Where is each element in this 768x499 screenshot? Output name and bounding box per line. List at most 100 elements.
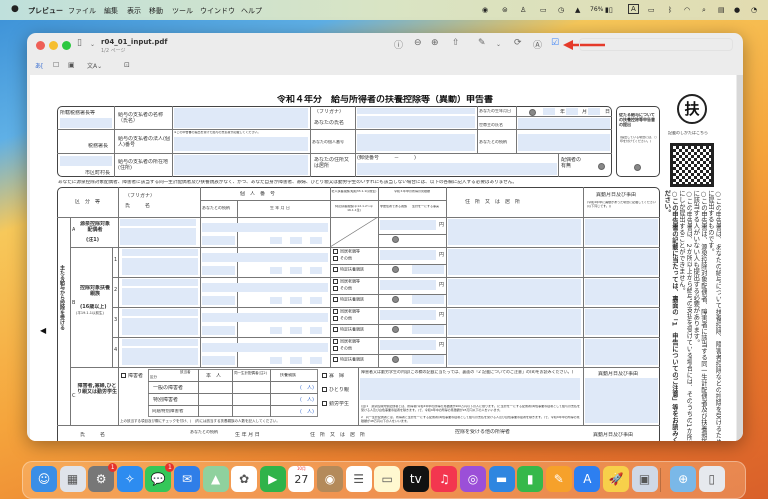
checkbox-other[interactable]: その他 [333, 286, 352, 291]
dock-mail-icon[interactable]: ✉ [174, 466, 200, 492]
dock-preview-icon[interactable]: ▣ [631, 466, 658, 492]
time-machine-icon[interactable]: ◷ [558, 6, 564, 14]
checkbox-specific[interactable]: 特定扶養親族 [333, 297, 364, 302]
relation-field[interactable] [202, 326, 235, 335]
user-icon[interactable]: ♙ [520, 6, 526, 14]
text-style-tool[interactable]: 文A⌄ [87, 61, 102, 70]
input-mode[interactable]: A [628, 4, 639, 14]
birth-year-field[interactable] [270, 237, 282, 244]
menu-edit[interactable]: 編集 [104, 6, 118, 16]
birth-month-field[interactable] [290, 327, 302, 334]
disability-content-field[interactable] [360, 378, 580, 400]
your-number-field[interactable] [357, 134, 475, 151]
name-field[interactable] [120, 228, 196, 245]
dock-numbers-icon[interactable]: ▮ [517, 466, 544, 492]
dock-rocket-typist-icon[interactable]: 🚀 [603, 466, 629, 492]
same-household-field[interactable] [412, 354, 444, 364]
mynumber-field[interactable] [202, 253, 328, 262]
dock-downloads-folder-icon[interactable]: ⊕ [670, 466, 697, 492]
birth-day-field[interactable] [310, 357, 322, 364]
fill-tool[interactable]: ▣ [68, 61, 75, 69]
change-field[interactable] [585, 219, 658, 245]
nonresident-dropdown[interactable] [392, 266, 399, 273]
zoom-out-icon[interactable]: ⊖ [414, 38, 422, 48]
relation-field[interactable] [202, 356, 235, 365]
address-field[interactable] [448, 219, 581, 245]
birth-month-field[interactable] [290, 357, 302, 364]
clock-icon[interactable]: ◔ [751, 6, 757, 14]
relation-field[interactable] [202, 296, 235, 305]
checkbox-specific[interactable]: 特定扶養親族 [333, 327, 364, 332]
menu-tools[interactable]: ツール [172, 6, 193, 16]
nonresident-dropdown[interactable] [392, 326, 399, 333]
qr-code[interactable] [670, 143, 714, 187]
address-field[interactable] [448, 279, 581, 305]
info-icon[interactable]: ⓘ [394, 38, 403, 51]
nonresident-dropdown[interactable] [392, 356, 399, 363]
birth-month-field[interactable] [566, 108, 578, 115]
nonresident-dropdown[interactable] [392, 236, 399, 243]
dock-contacts-icon[interactable]: ◉ [317, 466, 343, 492]
checkbox-cohabiting-elderly[interactable]: 同居老親等 [333, 279, 360, 284]
share-icon[interactable]: ⇧ [452, 38, 460, 48]
era-dropdown[interactable] [529, 109, 536, 116]
dock-photos-icon[interactable]: ✿ [231, 466, 258, 492]
your-name-field[interactable] [357, 116, 475, 128]
dock-app-store-icon[interactable]: A [574, 466, 601, 492]
mynumber-field[interactable] [202, 343, 328, 352]
collapse-arrow-icon[interactable]: ◀ [40, 326, 46, 335]
birth-year-field[interactable] [270, 267, 282, 274]
text-select-tool[interactable]: あ[ [35, 61, 43, 70]
dock-pages-icon[interactable]: ✎ [545, 466, 572, 492]
scrollbar[interactable] [737, 75, 743, 441]
chevron-down-icon[interactable]: ⌄ [90, 41, 95, 48]
birth-day-field[interactable] [310, 297, 322, 304]
income-field[interactable] [380, 250, 436, 260]
birth-month-field[interactable] [290, 237, 302, 244]
relation-field[interactable] [202, 266, 235, 275]
payer-address-field[interactable] [174, 155, 308, 175]
checkbox-cohabiting-elderly[interactable]: 同居老親等 [333, 309, 360, 314]
income-field[interactable] [380, 280, 436, 290]
checkbox-other[interactable]: その他 [333, 256, 352, 261]
furigana-field[interactable] [122, 249, 198, 256]
relation-field[interactable] [518, 134, 610, 151]
checkbox-cohabiting-elderly[interactable]: 同居老親等 [333, 339, 360, 344]
dock-system-settings-icon[interactable]: ⚙ 1 [88, 463, 118, 492]
checkbox-other[interactable]: その他 [333, 346, 352, 351]
dock-music-icon[interactable]: ♫ [431, 466, 458, 492]
checkbox-student[interactable]: 勤労学生 [322, 401, 349, 407]
birth-year-field[interactable] [270, 297, 282, 304]
dock-facetime-icon[interactable]: ▶ [259, 466, 286, 492]
furigana-field[interactable] [122, 339, 198, 346]
display-icon[interactable]: ▭ [540, 6, 547, 14]
income-field[interactable] [380, 340, 436, 350]
mynumber-field[interactable] [202, 283, 328, 292]
menu-file[interactable]: ファイル [68, 6, 96, 16]
payer-name-field[interactable] [174, 108, 308, 128]
spouse-dropdown[interactable] [598, 163, 605, 170]
payer-number-field[interactable] [174, 137, 308, 151]
birth-day-field[interactable] [310, 237, 322, 244]
markup-icon[interactable]: Ⓐ [533, 38, 542, 51]
dock-notes-icon[interactable]: ▭ [374, 466, 401, 492]
dock-finder-icon[interactable]: ☺ [31, 466, 57, 492]
name-field[interactable] [122, 258, 198, 275]
close-button[interactable] [36, 41, 45, 50]
markup-pen-icon[interactable]: ✎ [478, 38, 486, 48]
furigana-field[interactable] [122, 309, 198, 316]
chevron-down-icon[interactable]: ⌄ [496, 41, 501, 48]
income-field[interactable] [380, 220, 436, 230]
address-field[interactable] [448, 339, 581, 365]
dock-podcasts-icon[interactable]: ◎ [460, 466, 486, 492]
nonresident-dropdown[interactable] [392, 296, 399, 303]
checkbox-other[interactable]: その他 [333, 316, 352, 321]
furigana-field[interactable] [357, 108, 475, 114]
tax-office-field[interactable] [60, 118, 112, 128]
household-head-field[interactable] [518, 118, 610, 129]
name-field[interactable] [122, 288, 198, 305]
birth-year-field[interactable] [270, 327, 282, 334]
wifi-icon[interactable]: ◠ [684, 6, 690, 14]
search-field[interactable] [579, 38, 733, 51]
minimize-button[interactable] [49, 41, 58, 50]
